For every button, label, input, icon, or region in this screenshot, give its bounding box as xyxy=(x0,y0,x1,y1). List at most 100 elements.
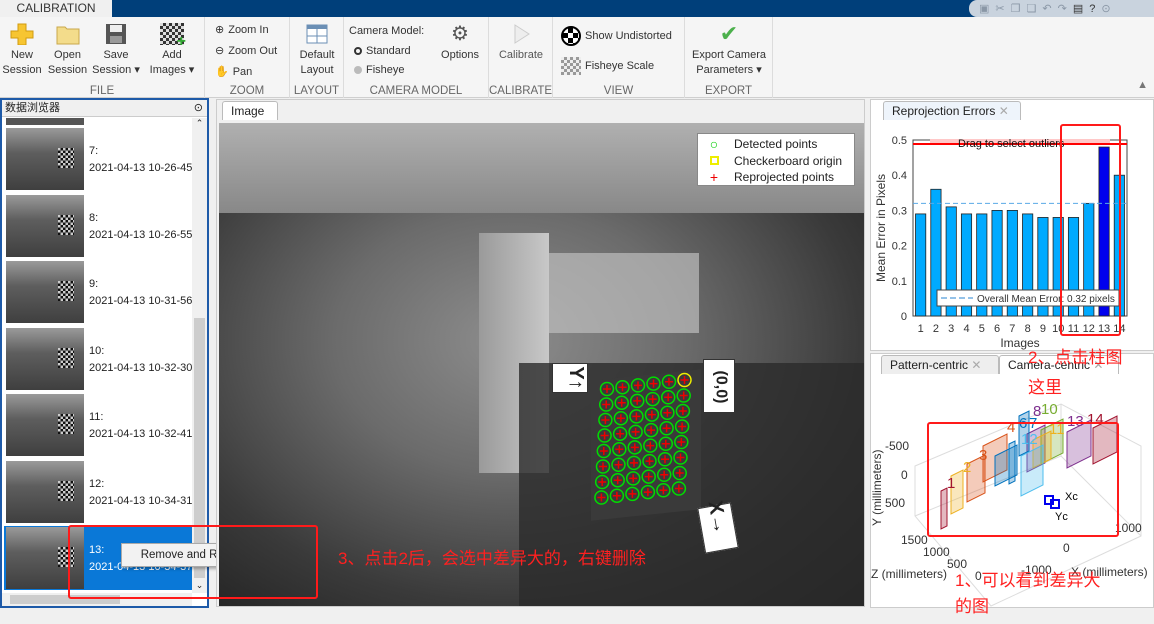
reprojected-point xyxy=(663,408,672,417)
cut-icon[interactable]: ✂ xyxy=(995,2,1004,15)
tab-calibration[interactable]: CALIBRATION xyxy=(0,0,112,18)
checker-icon xyxy=(561,57,581,75)
new-session-button[interactable]: New Session xyxy=(2,21,42,78)
svg-text:1000: 1000 xyxy=(1115,521,1142,535)
image-list-item[interactable]: 10: 2021-04-13 10-32-30 xyxy=(4,327,192,391)
x-tick-label: 4 xyxy=(963,323,969,335)
export-button[interactable]: ✔ Export Camera Parameters ▾ xyxy=(687,21,771,78)
copy-icon[interactable]: ❐ xyxy=(1011,2,1021,15)
window-icon[interactable]: ▤ xyxy=(1073,2,1083,15)
svg-text:500: 500 xyxy=(885,496,905,510)
reprojected-point xyxy=(618,383,627,392)
image-thumbnail xyxy=(6,194,84,257)
annotation-1: 1、可以看到差异大 xyxy=(955,571,1101,590)
paste-icon[interactable]: ❏ xyxy=(1027,2,1037,15)
image-legend: ○ Detected points Checkerboard origin + Re… xyxy=(697,133,855,186)
reprojected-point xyxy=(629,474,638,483)
zoom-in-button[interactable]: ⊕ Zoom In xyxy=(215,23,269,37)
reprojected-point xyxy=(630,458,638,467)
x-tick-label: 2 xyxy=(933,323,939,335)
standard-radio[interactable]: Standard xyxy=(354,45,411,57)
y-tick-label: 0.1 xyxy=(892,276,907,288)
x-tick-label: 8 xyxy=(1025,323,1031,335)
reprojected-point xyxy=(644,472,653,481)
svg-text:-500: -500 xyxy=(885,439,909,453)
fisheye-scale-button[interactable]: Fisheye Scale xyxy=(561,57,654,75)
play-icon xyxy=(509,23,533,45)
svg-text:1000: 1000 xyxy=(923,545,950,559)
image-list-item[interactable]: 12: 2021-04-13 10-34-31 xyxy=(4,460,192,524)
group-view: Show Undistorted Fisheye Scale VIEW xyxy=(553,17,685,98)
reprojected-point xyxy=(664,393,673,402)
undo-icon[interactable]: ↶ xyxy=(1042,2,1051,15)
reprojected-point xyxy=(646,441,655,450)
reprojected-point xyxy=(679,391,688,400)
show-undistorted-button[interactable]: Show Undistorted xyxy=(561,26,672,46)
open-session-button[interactable]: Open Session xyxy=(45,21,90,78)
x-tick-label: 3 xyxy=(948,323,954,335)
reprojected-point xyxy=(616,429,625,438)
reprojected-point xyxy=(648,395,657,404)
panel-menu-icon[interactable]: ⊙ xyxy=(194,100,203,116)
reprojected-point xyxy=(661,439,670,448)
save-icon[interactable]: ▣ xyxy=(979,2,989,15)
reprojected-point xyxy=(675,469,684,477)
reprojected-point xyxy=(659,486,668,495)
radio-icon xyxy=(354,66,362,74)
redo-icon[interactable]: ↷ xyxy=(1058,2,1067,15)
group-layout: Default Layout LAYOUT xyxy=(290,17,344,98)
y-tick-label: 0 xyxy=(901,311,907,323)
close-icon[interactable]: ✕ xyxy=(971,358,981,372)
options-button[interactable]: ⚙ Options xyxy=(437,21,483,63)
group-camera-model: Camera Model: Standard Fisheye ⚙ Options… xyxy=(344,17,489,98)
zoom-out-button[interactable]: ⊖ Zoom Out xyxy=(215,44,277,58)
y-tick-label: 0.4 xyxy=(892,170,907,182)
svg-text:0: 0 xyxy=(901,468,908,482)
tab-image[interactable]: Image xyxy=(222,101,278,120)
plus-icon xyxy=(10,23,34,46)
fisheye-radio[interactable]: Fisheye xyxy=(354,64,405,76)
svg-text:Y (millimeters): Y (millimeters) xyxy=(871,450,884,526)
image-list-item[interactable]: 8: 2021-04-13 10-26-55 xyxy=(4,194,192,258)
add-images-button[interactable]: + Add Images ▾ xyxy=(146,21,198,78)
tab-reprojection-errors[interactable]: Reprojection Errors ✕ xyxy=(883,101,1021,120)
y-tick-label: 0.3 xyxy=(892,205,907,217)
vertical-scrollbar[interactable]: ⌃ ⌄ xyxy=(192,118,207,593)
save-session-button[interactable]: Save Session ▾ xyxy=(92,21,140,78)
reprojected-point xyxy=(600,431,609,440)
x-tick-label: 1 xyxy=(918,323,924,335)
annotation-box-3 xyxy=(68,525,318,599)
drag-label: Drag to select outliers xyxy=(958,138,1065,150)
menu-down-icon[interactable]: ⊙ xyxy=(1101,2,1110,15)
quick-access-toolbar: ▣ ✂ ❐ ❏ ↶ ↷ ▤? ⊙ xyxy=(969,0,1154,17)
reprojected-point xyxy=(677,438,686,446)
image-list-item[interactable]: 11: 2021-04-13 10-32-41 xyxy=(4,393,192,457)
y-axis-label: Mean Error in Pixels xyxy=(874,174,888,282)
board-label: 10 xyxy=(1041,401,1058,418)
help-icon[interactable]: ? xyxy=(1089,3,1095,15)
image-thumbnail xyxy=(6,394,84,456)
reprojected-point xyxy=(601,416,610,424)
tab-pattern-centric[interactable]: Pattern-centric ✕ xyxy=(881,355,999,374)
default-layout-button[interactable]: Default Layout xyxy=(294,21,340,78)
calibrate-button[interactable]: Calibrate xyxy=(494,21,548,63)
close-icon[interactable]: ✕ xyxy=(999,104,1009,118)
bar-1[interactable] xyxy=(915,213,927,317)
reprojected-point xyxy=(632,412,641,421)
folder-icon xyxy=(56,23,80,45)
reprojected-point xyxy=(660,470,669,479)
ribbon: New Session Open Session Save Session ▾ + A… xyxy=(0,17,1154,98)
y-axis-label-card: Y↑ xyxy=(552,363,588,393)
data-browser-header: 数据浏览器 ⊙ xyxy=(2,100,207,117)
image-list-item[interactable]: 7: 2021-04-13 10-26-45 xyxy=(4,127,192,191)
hand-icon: ✋ xyxy=(215,66,229,78)
reprojected-point xyxy=(616,414,625,423)
pan-button[interactable]: ✋ Pan xyxy=(215,65,252,79)
image-thumbnail xyxy=(6,460,84,523)
annotation-2b: 这里 xyxy=(1028,378,1062,397)
zoom-out-icon: ⊖ xyxy=(215,45,225,57)
image-list-item[interactable]: 9: 2021-04-13 10-31-56 xyxy=(4,260,192,324)
image-thumbnail xyxy=(6,128,84,190)
collapse-ribbon-icon[interactable]: ▲ xyxy=(1137,79,1148,91)
annotation-box-2 xyxy=(1060,124,1121,336)
